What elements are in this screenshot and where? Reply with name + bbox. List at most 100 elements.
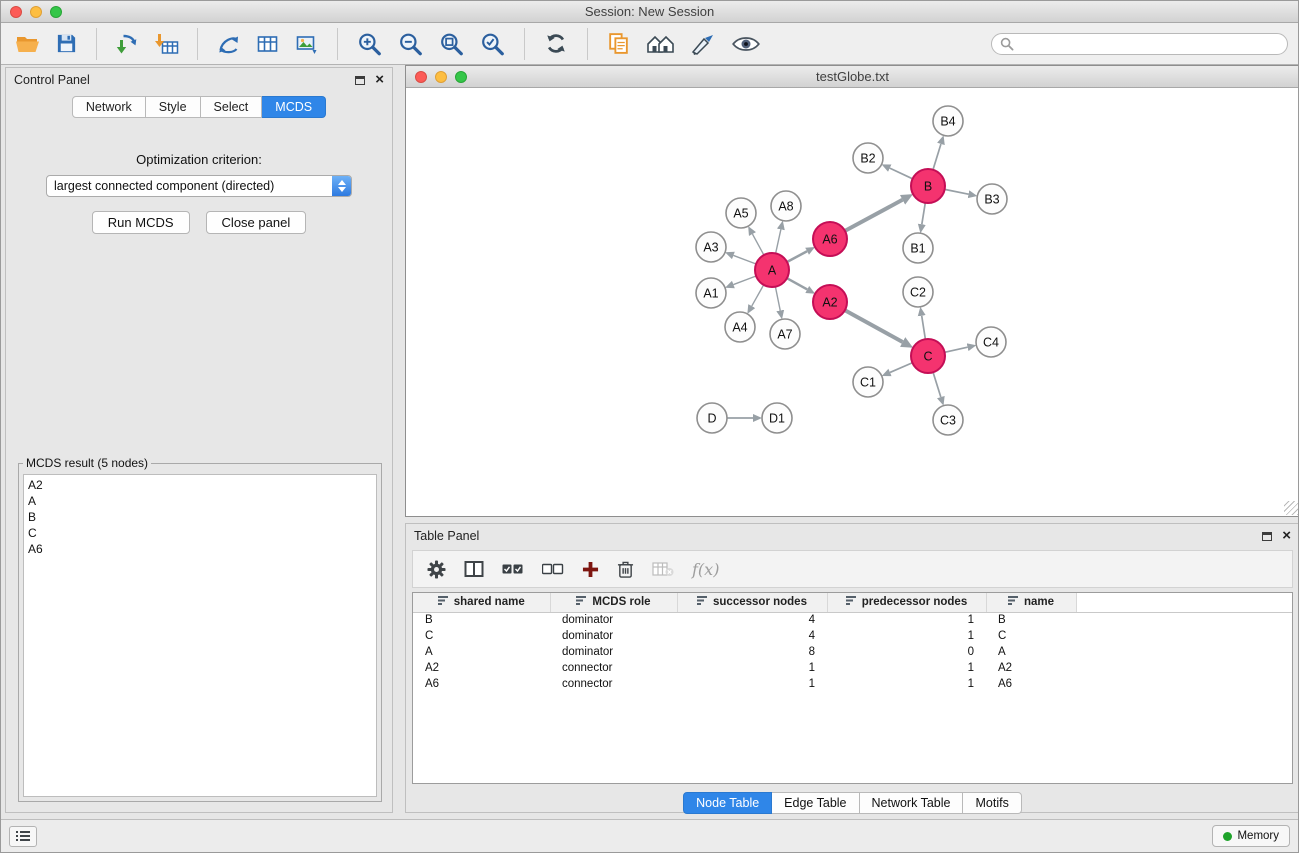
- graph-edge-C-C1[interactable]: [890, 363, 912, 373]
- mcds-result-list[interactable]: A2 A B C A6: [23, 474, 377, 797]
- zoom-fit-icon: [438, 31, 465, 57]
- float-panel-icon[interactable]: [355, 76, 365, 85]
- search-input[interactable]: [1014, 37, 1279, 51]
- validate-style-button[interactable]: [686, 30, 721, 58]
- zoom-in-button[interactable]: [352, 29, 387, 59]
- table-panel-tabs: Node Table Edge Table Network Table Moti…: [406, 792, 1299, 814]
- table-header-row: shared name MCDS role successor nodes pr…: [413, 593, 1292, 612]
- unselect-all-columns-button[interactable]: [542, 561, 564, 577]
- table-settings-button[interactable]: [427, 560, 446, 579]
- new-table-button[interactable]: [251, 30, 284, 58]
- graph-edge-B-B1[interactable]: [922, 203, 925, 225]
- export-image-button[interactable]: [290, 30, 323, 58]
- graph-edge-A-A3[interactable]: [733, 255, 756, 264]
- show-graphics-details-button[interactable]: [727, 32, 765, 56]
- table-row[interactable]: A2connector 11 A2: [413, 660, 1292, 676]
- graph-edge-A-A6[interactable]: [787, 251, 807, 262]
- graph-edge-B-B3[interactable]: [945, 189, 969, 194]
- graph-edge-A6-B[interactable]: [845, 200, 903, 231]
- result-item[interactable]: A2: [28, 477, 372, 493]
- zoom-window-button[interactable]: [50, 6, 62, 18]
- close-panel-icon[interactable]: ×: [1282, 531, 1291, 541]
- delete-table-button[interactable]: [652, 561, 674, 577]
- column-sort-icon: [438, 597, 449, 609]
- import-table-button[interactable]: [150, 30, 183, 58]
- graph-edge-A-A7[interactable]: [775, 287, 780, 311]
- tab-motifs[interactable]: Motifs: [963, 792, 1021, 814]
- column-header-predecessor-nodes[interactable]: predecessor nodes: [827, 593, 986, 612]
- close-panel-icon[interactable]: ×: [375, 75, 384, 85]
- graph-edge-A-A2[interactable]: [787, 278, 807, 289]
- graph-edge-A-A1[interactable]: [733, 276, 756, 285]
- apply-layout-button[interactable]: [539, 29, 573, 58]
- criterion-value: largest connected component (directed): [47, 179, 332, 193]
- zoom-fit-button[interactable]: [434, 29, 469, 59]
- new-network-button[interactable]: [212, 30, 245, 58]
- documents-icon: [606, 31, 631, 56]
- open-folder-icon: [15, 32, 41, 56]
- column-header-successor-nodes[interactable]: successor nodes: [677, 593, 827, 612]
- graph-edge-A2-C[interactable]: [845, 310, 903, 342]
- zoom-out-button[interactable]: [393, 29, 428, 59]
- run-mcds-button[interactable]: Run MCDS: [92, 211, 190, 234]
- close-window-button[interactable]: [10, 6, 22, 18]
- table-row[interactable]: A6connector 11 A6: [413, 676, 1292, 692]
- control-panel: Control Panel × Network Style Select MCD…: [5, 67, 393, 813]
- function-builder-button[interactable]: f(x): [692, 560, 719, 579]
- duplicate-document-button[interactable]: [602, 29, 635, 58]
- tab-mcds[interactable]: MCDS: [262, 96, 326, 118]
- network-zoom-button[interactable]: [455, 71, 467, 83]
- criterion-dropdown[interactable]: largest connected component (directed): [46, 175, 352, 197]
- table-row[interactable]: Bdominator 41 B: [413, 612, 1292, 628]
- show-panels-button[interactable]: [9, 826, 37, 847]
- tab-edge-table[interactable]: Edge Table: [772, 792, 859, 814]
- import-network-button[interactable]: [111, 30, 144, 58]
- network-graph[interactable]: AA6A2BCA1A3A4A5A7A8B1B2B3B4C1C2C3C4DD1: [406, 88, 1299, 516]
- node-table[interactable]: shared name MCDS role successor nodes pr…: [412, 592, 1293, 784]
- save-session-button[interactable]: [51, 30, 82, 57]
- table-panel: Table Panel ×: [405, 523, 1299, 813]
- graph-edge-A-A8[interactable]: [776, 229, 781, 253]
- graph-edge-B-B2[interactable]: [890, 168, 913, 179]
- close-panel-button[interactable]: Close panel: [206, 211, 307, 234]
- table-grid-icon: [255, 32, 280, 56]
- graph-node-label-C1: C1: [860, 375, 876, 389]
- network-minimize-button[interactable]: [435, 71, 447, 83]
- graph-edge-B-B4[interactable]: [933, 144, 941, 170]
- graph-edge-A-A4[interactable]: [752, 285, 764, 306]
- result-item[interactable]: C: [28, 525, 372, 541]
- open-session-button[interactable]: [11, 30, 45, 58]
- create-column-button[interactable]: [582, 561, 599, 578]
- network-close-button[interactable]: [415, 71, 427, 83]
- result-item[interactable]: B: [28, 509, 372, 525]
- result-item[interactable]: A6: [28, 541, 372, 557]
- select-all-columns-button[interactable]: [502, 561, 524, 577]
- tab-node-table[interactable]: Node Table: [683, 792, 772, 814]
- result-item[interactable]: A: [28, 493, 372, 509]
- network-canvas[interactable]: AA6A2BCA1A3A4A5A7A8B1B2B3B4C1C2C3C4DD1: [406, 88, 1299, 516]
- table-row[interactable]: Cdominator 41 C: [413, 628, 1292, 644]
- graph-edge-C-C2[interactable]: [922, 316, 926, 339]
- memory-button[interactable]: Memory: [1212, 825, 1290, 847]
- window-resize-handle[interactable]: [1284, 501, 1298, 515]
- graph-edge-A-A5[interactable]: [752, 234, 763, 255]
- zoom-selected-button[interactable]: [475, 29, 510, 59]
- tab-select[interactable]: Select: [201, 96, 263, 118]
- status-bar: Memory: [1, 819, 1298, 852]
- tab-style[interactable]: Style: [146, 96, 201, 118]
- table-row[interactable]: Adominator 80 A: [413, 644, 1292, 660]
- tab-network-table[interactable]: Network Table: [860, 792, 964, 814]
- column-header-mcds-role[interactable]: MCDS role: [550, 593, 677, 612]
- float-panel-icon[interactable]: [1262, 532, 1272, 541]
- toolbar-separator: [197, 28, 198, 60]
- show-columns-button[interactable]: [464, 560, 484, 578]
- minimize-window-button[interactable]: [30, 6, 42, 18]
- column-header-shared-name[interactable]: shared name: [413, 593, 550, 612]
- home-button[interactable]: [641, 30, 680, 58]
- graph-edge-C-C4[interactable]: [945, 347, 968, 352]
- zoom-out-icon: [397, 31, 424, 57]
- tab-network[interactable]: Network: [72, 96, 146, 118]
- column-header-name[interactable]: name: [986, 593, 1076, 612]
- graph-edge-C-C3[interactable]: [933, 372, 941, 397]
- delete-column-button[interactable]: [617, 560, 634, 579]
